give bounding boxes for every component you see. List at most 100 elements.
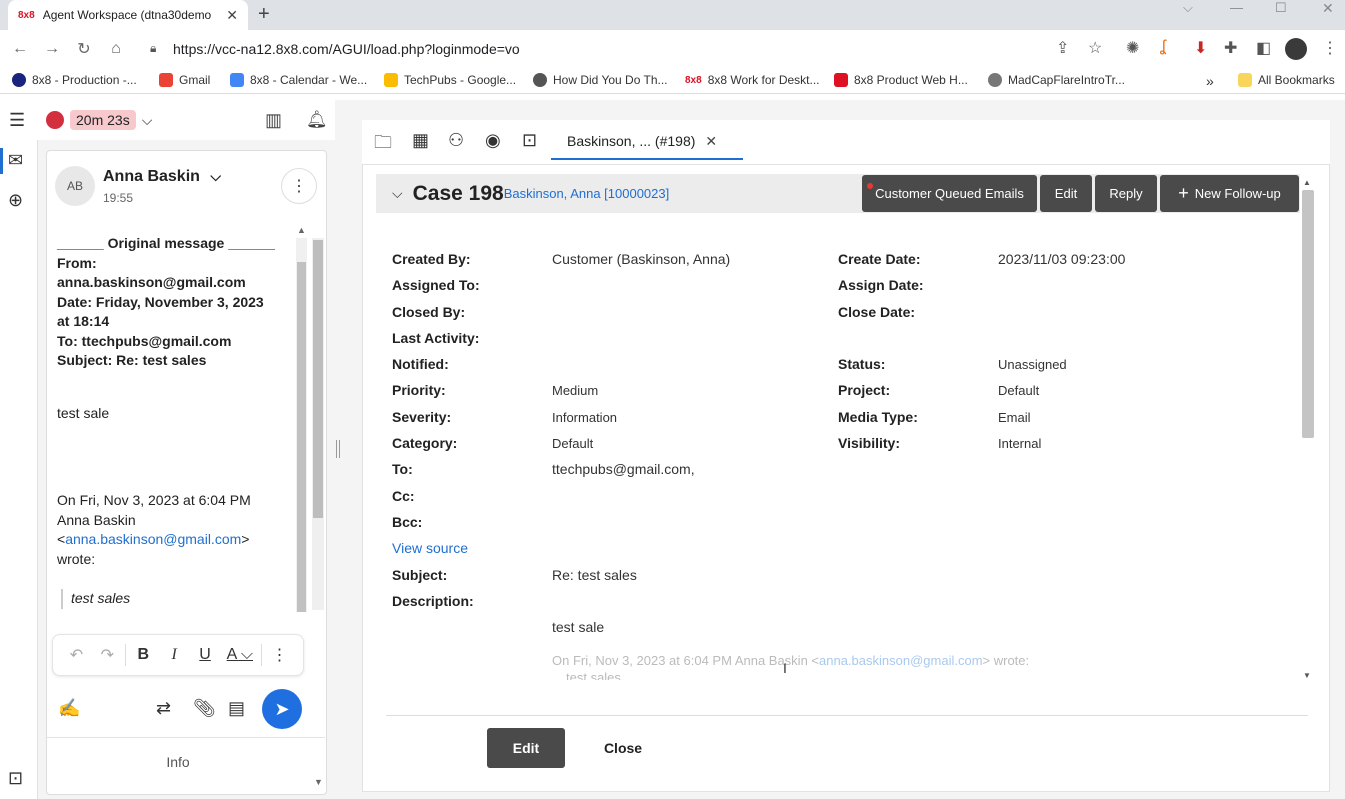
reply-line: On Fri, Nov 3, 2023 at 6:04 PM (57, 492, 251, 508)
scroll-up-icon[interactable]: ▲ (1303, 178, 1311, 187)
chevron-down-icon[interactable]: ⌵ (1183, 0, 1193, 16)
extension-arrow-icon[interactable]: ⬇ (1194, 38, 1207, 58)
info-tab[interactable]: Info (47, 754, 309, 770)
home-icon[interactable]: ⌂ (100, 33, 132, 65)
bookmark-calendar[interactable]: 8x8 - Calendar - We... (230, 73, 367, 87)
case-tab-label: Baskinson, ... (#198) (567, 133, 696, 149)
reply-email-link[interactable]: anna.baskinson@gmail.com (65, 531, 241, 547)
email-scroll-thumb[interactable] (297, 262, 306, 612)
browser-tab[interactable]: 8x8 Agent Workspace (dtna30demo ✕ (8, 0, 248, 30)
text-color-icon[interactable]: A ⌵ (221, 646, 260, 664)
description-reply-line: On Fri, Nov 3, 2023 at 6:04 PM Anna Bask… (552, 653, 1030, 668)
panel-scroll-thumb[interactable] (313, 240, 323, 518)
lock-icon[interactable]: 🔒︎ (150, 41, 156, 56)
bookmark-madcap[interactable]: MadCapFlareIntroTr... (988, 73, 1125, 87)
view-source-link[interactable]: View source (392, 540, 468, 556)
customer-link[interactable]: Baskinson, Anna [10000023] (504, 186, 670, 201)
reload-icon[interactable]: ↻ (68, 33, 100, 65)
hamburger-menu-icon[interactable]: ☰ (9, 110, 25, 131)
footer-close-button[interactable]: Close (591, 728, 655, 768)
extensions-puzzle-icon[interactable]: ✚ (1224, 38, 1237, 58)
description-email-link[interactable]: anna.baskinson@gmail.com (819, 653, 983, 668)
status-timer[interactable]: 20m 23s ⌵ (46, 108, 174, 132)
minimize-icon[interactable]: — (1230, 0, 1243, 15)
side-panel-icon[interactable]: ◧ (1256, 38, 1271, 58)
attachment-icon[interactable]: 📎︎ (193, 698, 216, 719)
splitter-handle[interactable] (336, 440, 340, 458)
signature-icon[interactable]: ✍ (58, 698, 80, 719)
contact-card-icon[interactable]: ⊡ (522, 130, 537, 151)
contacts-icon[interactable]: ⊡ (8, 768, 23, 789)
bookmark-techpubs[interactable]: TechPubs - Google... (384, 73, 516, 87)
new-tab-icon[interactable]: + (258, 3, 270, 26)
media-type-label: Media Type: (838, 409, 918, 425)
more-format-icon[interactable]: ⋮ (264, 645, 295, 665)
people-icon[interactable]: ⚇ (448, 130, 464, 151)
knowledge-base-icon[interactable]: ▤ (228, 698, 245, 719)
format-toolbar: ↶ ↷ B I U A ⌵ ⋮ (52, 634, 304, 676)
customer-queued-emails-button[interactable]: Customer Queued Emails (862, 175, 1037, 212)
bell-icon[interactable]: 🔔︎ (306, 110, 328, 130)
forward-icon[interactable]: → (36, 33, 68, 65)
notified-label: Notified: (392, 356, 449, 372)
close-tab-icon[interactable]: ✕ (226, 7, 238, 24)
footer-edit-button[interactable]: Edit (487, 728, 565, 768)
bookmark-gmail[interactable]: Gmail (159, 73, 210, 87)
sender-name[interactable]: Anna Baskin ⌵ (103, 168, 221, 186)
layout-icon[interactable]: ▥ (265, 110, 282, 131)
bookmarks-overflow[interactable]: » (1206, 73, 1214, 89)
underline-icon[interactable]: U (190, 646, 221, 664)
all-bookmarks[interactable]: All Bookmarks (1238, 73, 1335, 87)
url-bar[interactable]: https://vcc-na12.8x8.com/AGUI/load.php?l… (173, 41, 520, 57)
bookmark-8x8-work[interactable]: 8x8 8x8 Work for Deskt... (685, 73, 820, 87)
profile-avatar[interactable] (1285, 38, 1307, 60)
case-scroll-thumb[interactable] (1302, 190, 1314, 438)
created-by-value: Customer (Baskinson, Anna) (552, 251, 731, 267)
bold-icon[interactable]: B (128, 646, 159, 664)
maximize-icon[interactable]: ☐ (1275, 0, 1287, 16)
back-icon[interactable]: ← (4, 33, 36, 65)
assigned-to-label: Assigned To: (392, 277, 480, 293)
more-options-icon[interactable]: ⋮ (281, 168, 317, 204)
bookmark-8x8-product[interactable]: 8x8 Product Web H... (834, 73, 968, 87)
chevron-down-icon[interactable]: ⌵ (210, 168, 221, 184)
calendar-icon[interactable]: ▦ (412, 130, 429, 151)
bookmark-star-icon[interactable]: ☆ (1088, 38, 1102, 58)
edit-button[interactable]: Edit (1040, 175, 1092, 212)
bookmark-favicon-icon (533, 73, 547, 87)
calendar-favicon-icon (230, 73, 244, 87)
transfer-icon[interactable]: ⇄ (156, 698, 171, 719)
project-value: Default (998, 383, 1040, 398)
severity-value: Information (552, 410, 618, 425)
tab-case-198[interactable]: Baskinson, ... (#198) ✕ (551, 124, 743, 160)
extension-gear-icon[interactable]: ✺ (1126, 38, 1139, 58)
scroll-up-icon[interactable]: ▲ (297, 225, 306, 235)
bookmark-how-did-you[interactable]: How Did You Do Th... (533, 73, 668, 87)
new-follow-up-button[interactable]: + New Follow-up (1160, 175, 1299, 212)
text-cursor-icon: I (783, 660, 787, 676)
bookmark-favicon-icon (12, 73, 26, 87)
italic-icon[interactable]: I (159, 646, 190, 664)
mail-icon[interactable]: ✉ (8, 150, 23, 171)
scroll-down-icon[interactable]: ▼ (314, 777, 323, 787)
undo-icon[interactable]: ↶ (61, 645, 92, 665)
extension-hook-icon[interactable]: ʆ (1160, 38, 1166, 56)
reply-button[interactable]: Reply (1095, 175, 1157, 212)
close-icon[interactable]: ✕ (705, 133, 717, 150)
email-body: ______ Original message ______ From: ann… (57, 234, 287, 609)
menu-dots-icon[interactable]: ⋮ (1322, 38, 1338, 58)
chevron-down-icon[interactable]: ⌵ (142, 112, 153, 129)
close-window-icon[interactable]: ✕ (1322, 0, 1334, 17)
send-icon: ➤ (274, 698, 290, 719)
chevron-down-icon[interactable]: ⌵ (392, 185, 403, 202)
share-icon[interactable]: ⇪ (1056, 38, 1069, 58)
bookmark-8x8-production[interactable]: 8x8 - Production -... (12, 73, 137, 87)
folder-icon[interactable]: 🗀 (374, 130, 392, 160)
eye-icon[interactable]: ◉ (485, 130, 501, 151)
category-label: Category: (392, 435, 458, 451)
description-text: test sale (552, 619, 605, 635)
redo-icon[interactable]: ↷ (92, 645, 123, 665)
add-icon[interactable]: ⊕ (8, 190, 23, 211)
send-button[interactable]: ➤ (262, 689, 302, 729)
scroll-down-icon[interactable]: ▼ (1303, 671, 1311, 680)
